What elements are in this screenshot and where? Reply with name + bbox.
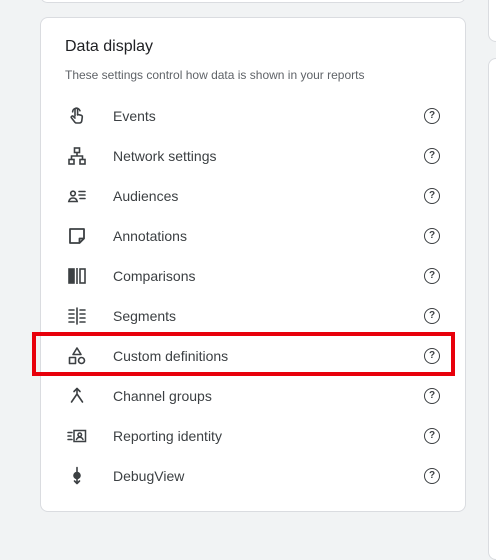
help-icon[interactable]: ? [424,148,440,164]
identity-icon [67,426,87,446]
annotation-icon [67,226,87,246]
settings-item-label: Channel groups [113,388,212,404]
touch-icon [67,106,87,126]
audiences-icon [67,186,87,206]
settings-item-label: Custom definitions [113,348,229,364]
settings-item-label: Audiences [113,188,179,204]
section-title: Data display [65,38,154,55]
help-icon[interactable]: ? [424,268,440,284]
help-icon[interactable]: ? [424,348,440,364]
network-icon [67,146,87,166]
shapes-icon [67,346,87,366]
settings-item-label: Reporting identity [113,428,222,444]
previous-card [40,0,466,3]
help-icon[interactable]: ? [424,228,440,244]
help-icon[interactable]: ? [424,468,440,484]
comparison-icon [67,266,87,286]
merge-icon [67,386,87,406]
help-icon[interactable]: ? [424,388,440,404]
settings-item-channel-groups[interactable]: Channel groups ? [41,376,465,416]
settings-item-label: DebugView [113,468,185,484]
section-description: These settings control how data is shown… [65,68,365,82]
settings-item-segments[interactable]: Segments ? [41,296,465,336]
settings-item-annotations[interactable]: Annotations ? [41,216,465,256]
settings-item-label: Events [113,108,156,124]
settings-item-label: Comparisons [113,268,196,284]
adjacent-panel-lower [488,58,496,560]
adjacent-panel [488,0,496,42]
help-icon[interactable]: ? [424,428,440,444]
settings-item-label: Network settings [113,148,217,164]
settings-item-label: Segments [113,308,177,324]
debug-icon [67,466,87,486]
help-icon[interactable]: ? [424,188,440,204]
help-icon[interactable]: ? [424,108,440,124]
settings-item-audiences[interactable]: Audiences ? [41,176,465,216]
segments-icon [67,306,87,326]
settings-item-debugview[interactable]: DebugView ? [41,456,465,496]
settings-item-custom-definitions[interactable]: Custom definitions ? [41,336,465,376]
settings-item-reporting-identity[interactable]: Reporting identity ? [41,416,465,456]
data-display-card: Data display These settings control how … [40,17,466,512]
settings-list: Events ? Network settings ? Audiences ? … [41,96,465,496]
settings-item-comparisons[interactable]: Comparisons ? [41,256,465,296]
settings-item-network-settings[interactable]: Network settings ? [41,136,465,176]
help-icon[interactable]: ? [424,308,440,324]
settings-item-label: Annotations [113,228,187,244]
settings-item-events[interactable]: Events ? [41,96,465,136]
